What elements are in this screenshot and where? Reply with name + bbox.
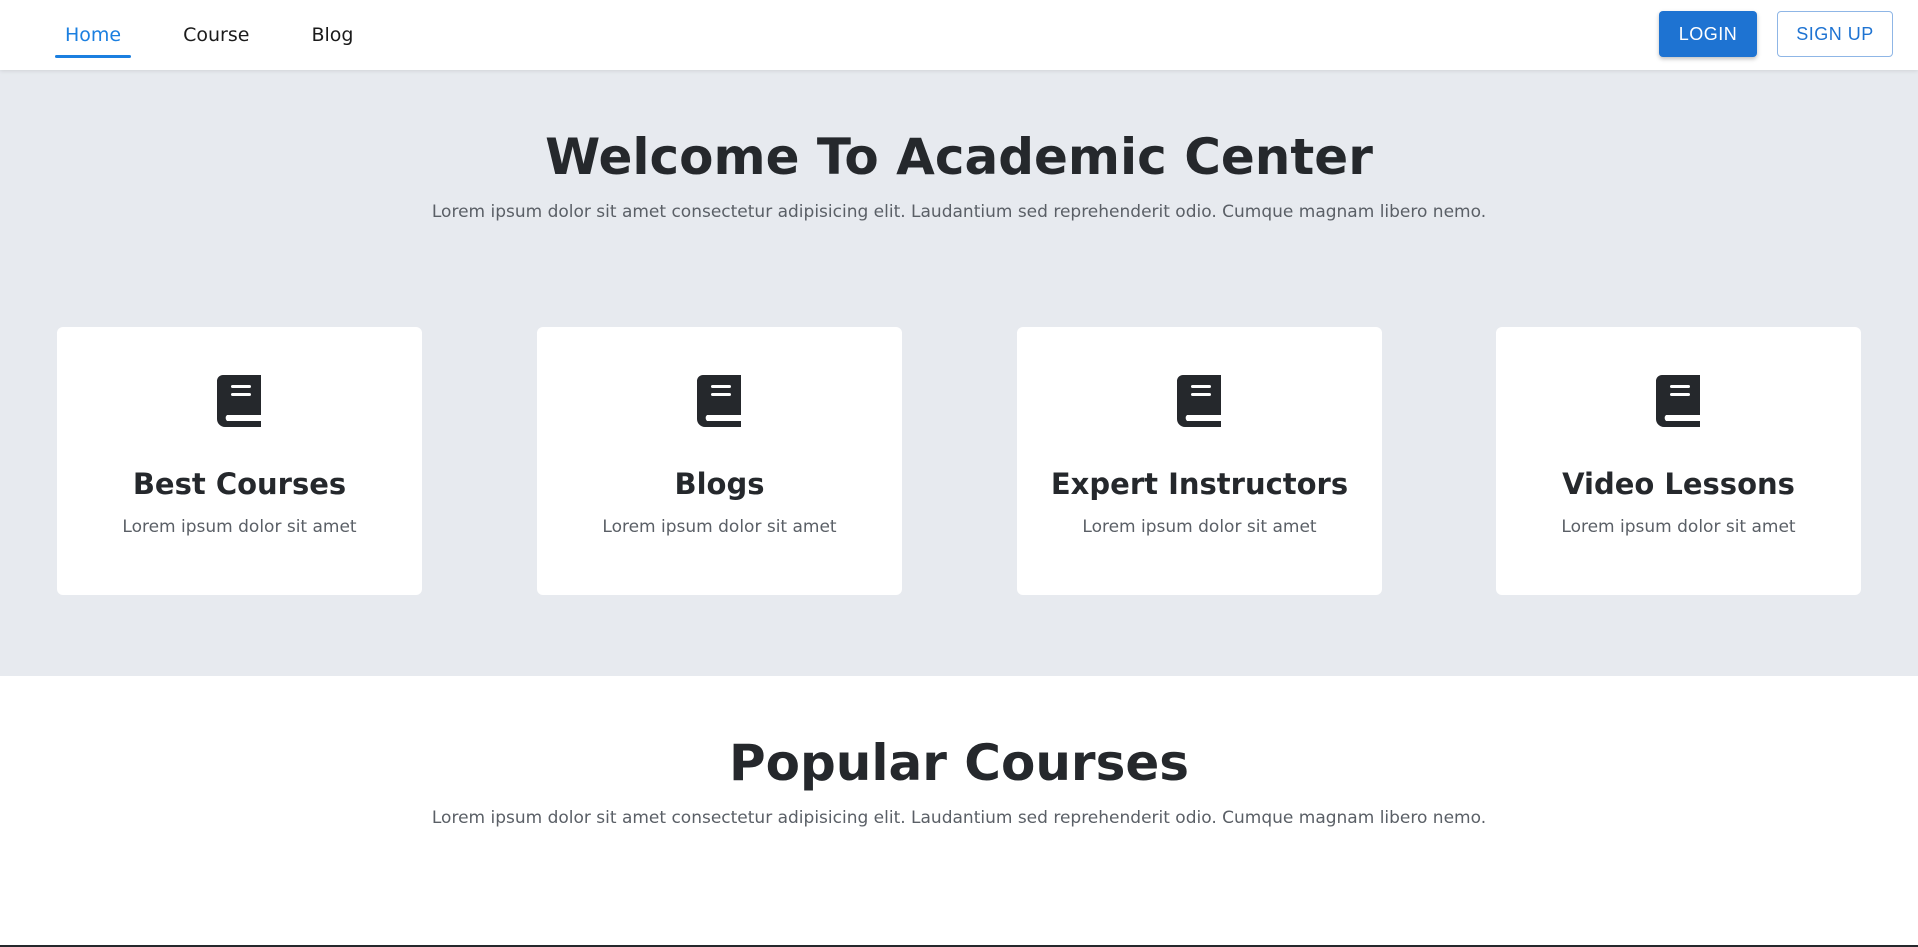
book-icon [1177,375,1221,427]
book-icon [697,375,741,427]
hero-subtitle: Lorem ipsum dolor sit amet consectetur a… [431,202,1487,222]
feature-cards: Best Courses Lorem ipsum dolor sit amet … [57,327,1861,595]
login-button[interactable]: LOGIN [1659,11,1757,57]
feature-card-description: Lorem ipsum dolor sit amet [602,517,837,537]
feature-card-description: Lorem ipsum dolor sit amet [122,517,357,537]
book-icon [1656,375,1700,427]
signup-button[interactable]: SIGN UP [1777,11,1893,57]
feature-card-title: Expert Instructors [1050,467,1349,501]
feature-card-best-courses[interactable]: Best Courses Lorem ipsum dolor sit amet [57,327,422,595]
feature-card-blogs[interactable]: Blogs Lorem ipsum dolor sit amet [537,327,902,595]
hero-section: Welcome To Academic Center Lorem ipsum d… [0,70,1918,676]
popular-courses-title: Popular Courses [728,734,1190,792]
top-navbar: Home Course Blog LOGIN SIGN UP [0,0,1918,70]
nav-tabs: Home Course Blog [55,0,405,70]
tab-home[interactable]: Home [55,0,132,70]
feature-card-expert-instructors[interactable]: Expert Instructors Lorem ipsum dolor sit… [1017,327,1382,595]
popular-courses-subtitle: Lorem ipsum dolor sit amet consectetur a… [431,808,1487,828]
feature-card-description: Lorem ipsum dolor sit amet [1082,517,1317,537]
tab-blog[interactable]: Blog [301,0,363,70]
feature-card-title: Blogs [674,467,765,501]
feature-card-title: Best Courses [132,467,347,501]
feature-card-title: Video Lessons [1562,467,1795,501]
tab-course[interactable]: Course [173,0,259,70]
popular-courses-section: Popular Courses Lorem ipsum dolor sit am… [0,676,1918,947]
feature-card-video-lessons[interactable]: Video Lessons Lorem ipsum dolor sit amet [1496,327,1861,595]
feature-card-description: Lorem ipsum dolor sit amet [1561,517,1796,537]
book-icon [217,375,261,427]
hero-title: Welcome To Academic Center [545,128,1373,186]
